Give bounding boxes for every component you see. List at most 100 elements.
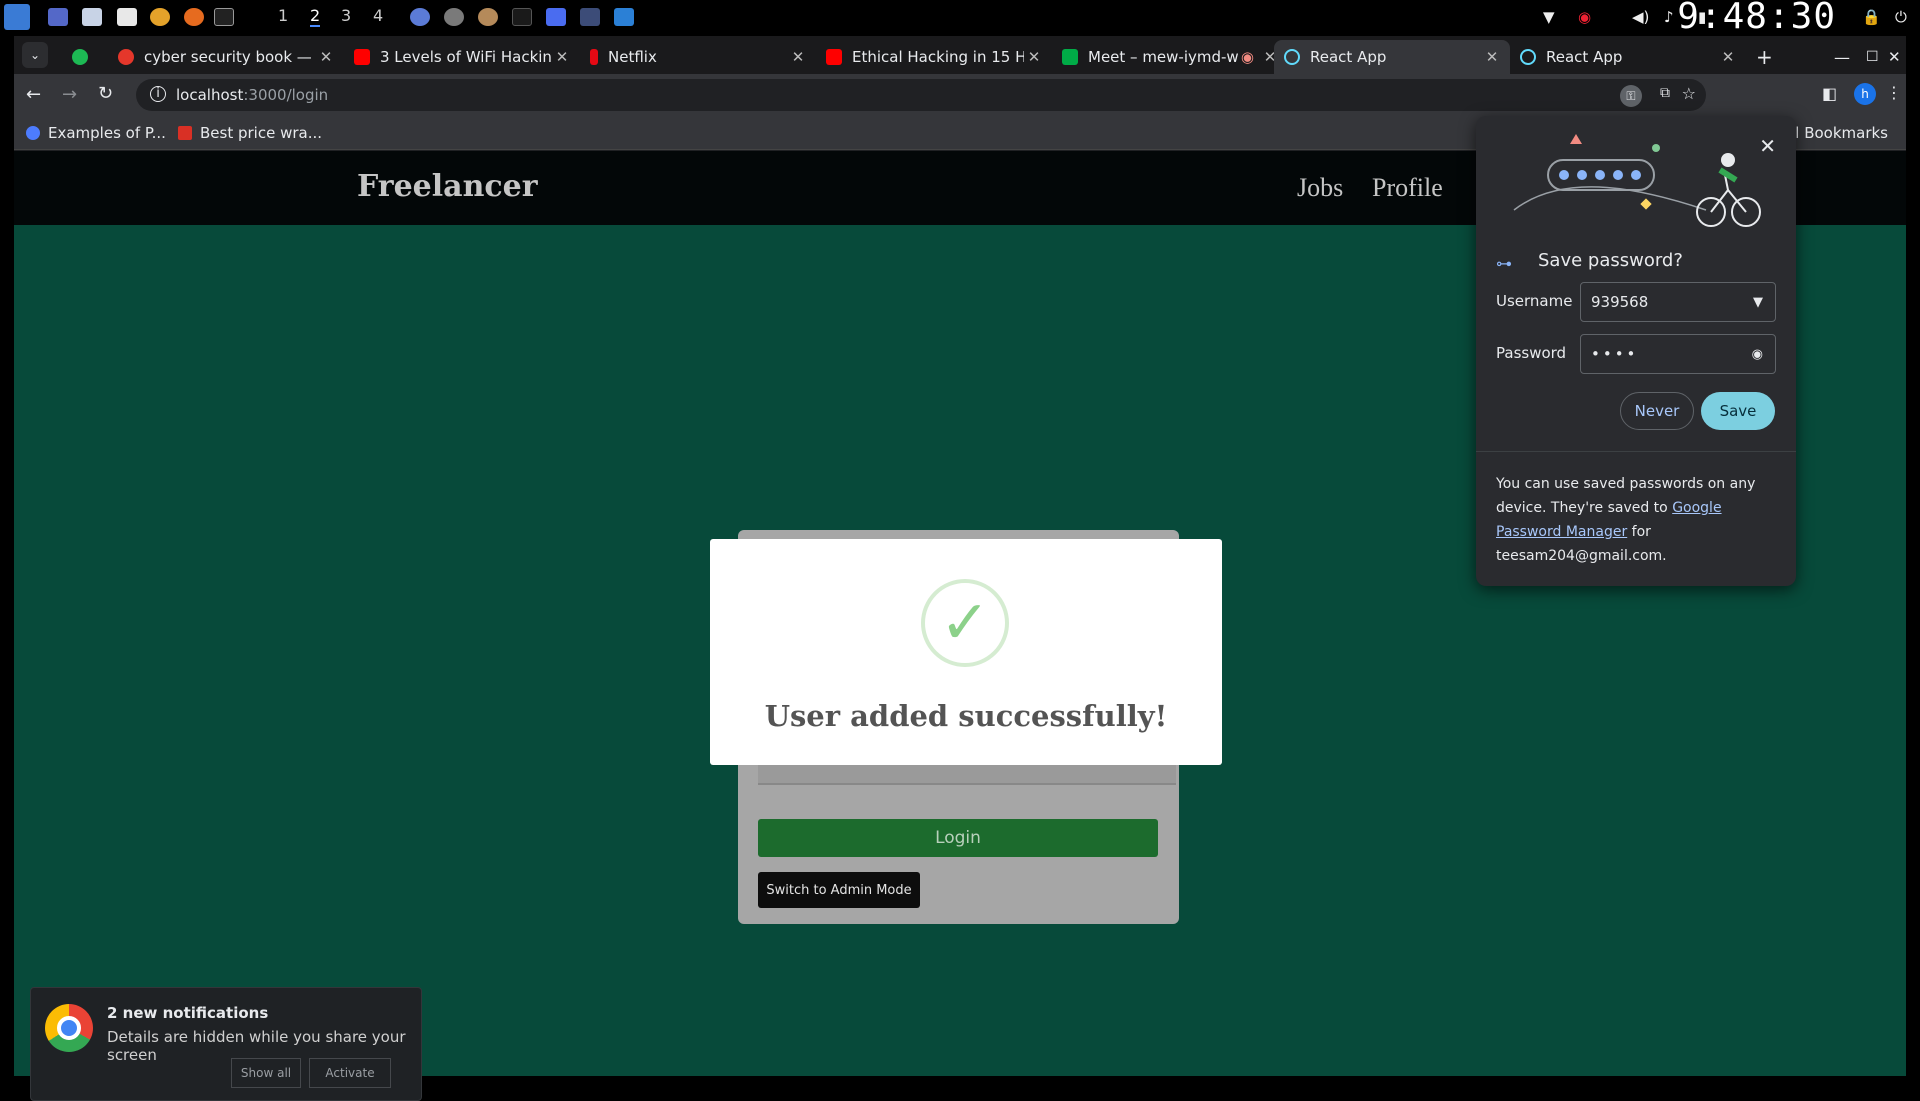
document-icon[interactable]	[117, 8, 137, 26]
footer-text-mid: for	[1627, 524, 1651, 540]
workspace-4[interactable]: 4	[373, 6, 383, 25]
new-tab-button[interactable]: +	[1748, 40, 1778, 74]
close-tab-icon[interactable]: ✕	[1718, 48, 1738, 66]
browser-toolbar: ← → ↻ i localhost:3000/login ⚿ ⧉ ☆ ◧ h ⋮	[14, 74, 1906, 116]
address-bar[interactable]: i localhost:3000/login ⚿ ⧉ ☆	[136, 79, 1706, 111]
volume-icon[interactable]: ◀)	[1632, 8, 1649, 26]
show-all-button[interactable]: Show all	[231, 1058, 301, 1088]
bell-icon[interactable]: ♪	[1664, 8, 1674, 26]
recording-indicator-icon: ◉	[1240, 48, 1254, 66]
key-icon: ⊶	[1496, 254, 1512, 273]
minimize-button[interactable]: —	[1824, 40, 1852, 74]
terminal-icon[interactable]	[214, 8, 234, 26]
tab-1[interactable]: cyber security book — Y ✕	[108, 40, 344, 74]
tab-7[interactable]: React App ✕	[1510, 40, 1746, 74]
tab-4[interactable]: Ethical Hacking in 15 Ho ✕	[816, 40, 1052, 74]
success-check-icon: ✓	[921, 579, 1009, 667]
screenshare-icon[interactable]	[546, 8, 566, 26]
username-label: Username	[1496, 292, 1573, 310]
screen-record-icon[interactable]: ◉	[1578, 8, 1591, 26]
close-tab-icon[interactable]: ✕	[1482, 48, 1502, 66]
menu-icon[interactable]: ⋮	[1886, 83, 1902, 102]
url-host: localhost	[176, 86, 244, 104]
nav-profile[interactable]: Profile	[1372, 173, 1443, 203]
tab-title: 3 Levels of WiFi Hacking	[380, 48, 552, 66]
success-message: User added successfully!	[764, 699, 1168, 733]
firefox-icon[interactable]	[184, 8, 204, 26]
close-tab-icon[interactable]: ✕	[552, 48, 572, 66]
password-field[interactable]: •••• ◉	[1580, 334, 1776, 374]
brand-logo[interactable]: Freelancer	[357, 169, 538, 204]
vscode-icon[interactable]	[614, 8, 634, 26]
close-tab-icon[interactable]: ✕	[316, 48, 336, 66]
bookmark-star-icon[interactable]: ☆	[1682, 84, 1696, 103]
netflix-icon	[590, 49, 598, 65]
switch-admin-button[interactable]: Switch to Admin Mode	[758, 872, 920, 908]
tab-6[interactable]: React App ✕	[1274, 40, 1510, 74]
terminal-window-icon[interactable]	[512, 8, 532, 26]
forward-icon[interactable]: →	[62, 84, 77, 105]
password-key-icon[interactable]: ⚿	[1620, 85, 1642, 107]
password-label: Password	[1496, 344, 1567, 362]
bookmark-2[interactable]: Best price wra...	[178, 124, 322, 142]
bookmark-1[interactable]: Examples of P...	[26, 124, 166, 142]
tab-title: React App	[1546, 48, 1623, 66]
tab-3[interactable]: Netflix ✕	[580, 40, 816, 74]
side-panel-icon[interactable]: ◧	[1822, 84, 1837, 103]
back-icon[interactable]: ←	[26, 84, 41, 105]
wifi-icon[interactable]: ▼	[1543, 8, 1555, 26]
workspace-3[interactable]: 3	[341, 6, 351, 25]
close-tab-icon[interactable]: ✕	[788, 48, 808, 66]
save-button[interactable]: Save	[1701, 392, 1775, 430]
notification-popup: 2 new notifications Details are hidden w…	[30, 987, 422, 1101]
tab-title: React App	[1310, 48, 1387, 66]
chrome-window-icon[interactable]	[478, 8, 498, 26]
nav-jobs[interactable]: Jobs	[1297, 173, 1343, 203]
eye-icon[interactable]: ◉	[1752, 347, 1763, 362]
close-icon[interactable]: ✕	[1759, 134, 1776, 158]
maximize-button[interactable]: ☐	[1856, 40, 1884, 74]
bookmark-icon	[26, 126, 40, 140]
login-button[interactable]: Login	[758, 819, 1158, 857]
workspace-2[interactable]: 2	[310, 6, 321, 27]
tab-spotify[interactable]	[62, 40, 102, 74]
divider	[1476, 451, 1796, 452]
tab-5[interactable]: Meet – mew-iymd-w ◉ ✕	[1052, 40, 1288, 74]
youtube-icon	[826, 49, 842, 65]
bookmark-icon	[178, 126, 192, 140]
tab-title: cyber security book — Y	[144, 48, 316, 66]
spotify-icon	[72, 49, 88, 65]
close-window-button[interactable]: ✕	[1884, 40, 1906, 74]
tab-title: Ethical Hacking in 15 Ho	[852, 48, 1024, 66]
desktop-icon[interactable]	[48, 8, 68, 26]
close-tab-icon[interactable]: ✕	[1024, 48, 1044, 66]
install-app-icon[interactable]: ⧉	[1660, 85, 1670, 101]
url-path: :3000/login	[243, 86, 329, 104]
save-password-dialog: ✕ ⊶ Save password? Username 939568 ▼ Pas…	[1476, 116, 1796, 586]
username-select[interactable]: 939568 ▼	[1580, 282, 1776, 322]
chrome-window-icon[interactable]	[444, 8, 464, 26]
dropdown-arrow-icon: ▼	[1753, 294, 1763, 310]
activate-button[interactable]: Activate	[309, 1058, 391, 1088]
success-modal: ✓ User added successfully!	[710, 539, 1222, 765]
chrome-icon[interactable]	[150, 8, 170, 26]
lock-icon[interactable]: 🔒	[1862, 8, 1881, 26]
apps-menu-icon[interactable]	[4, 4, 30, 30]
tab-search-button[interactable]: ⌄	[22, 42, 48, 68]
workspace-1[interactable]: 1	[278, 6, 288, 25]
reload-icon[interactable]: ↻	[98, 83, 113, 104]
all-bookmarks-link[interactable]: All Bookmarks	[1781, 124, 1888, 142]
dialog-title: Save password?	[1538, 250, 1683, 271]
tab-2[interactable]: 3 Levels of WiFi Hacking ✕	[344, 40, 580, 74]
app-window-icon[interactable]	[580, 8, 600, 26]
avatar[interactable]: h	[1854, 83, 1876, 105]
task-icon[interactable]	[410, 8, 430, 26]
react-icon	[1520, 49, 1536, 65]
site-info-icon[interactable]: i	[150, 86, 166, 102]
power-icon[interactable]: ⏻	[1895, 8, 1907, 26]
desktop-topbar: 1 2 3 4 ▼ ◉ ◀) ♪ ▮ 9:48:30 🔒 ⏻	[0, 0, 1920, 35]
dialog-footer: You can use saved passwords on any devic…	[1496, 472, 1781, 568]
never-button[interactable]: Never	[1620, 392, 1694, 430]
files-icon[interactable]	[82, 8, 102, 26]
bookmark-label: Examples of P...	[48, 124, 166, 142]
